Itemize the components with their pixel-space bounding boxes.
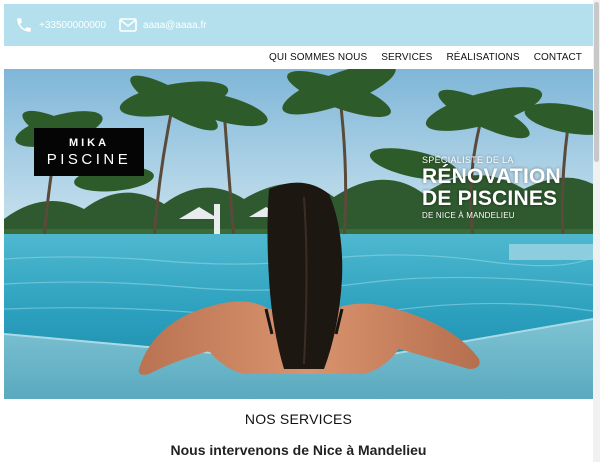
top-contact-bar: +33500000000 aaaa@aaaa.fr (4, 4, 593, 46)
main-navigation: QUI SOMMES NOUS SERVICES RÉALISATIONS CO… (4, 46, 593, 69)
hero-image (4, 69, 593, 399)
email-link[interactable]: aaaa@aaaa.fr (119, 18, 207, 32)
tagline-big-2: DE PISCINES (422, 187, 558, 210)
phone-icon (17, 18, 31, 32)
nav-item-qui-sommes-nous[interactable]: QUI SOMMES NOUS (269, 52, 367, 63)
logo-line-piscine: PISCINE (46, 151, 132, 168)
nav-item-contact[interactable]: CONTACT (534, 52, 582, 63)
services-subtitle: Nous intervenons de Nice à Mandelieu (170, 442, 427, 458)
tagline-big-1: RÉNOVATION (422, 165, 561, 188)
phone-link[interactable]: +33500000000 (15, 16, 106, 34)
services-title: NOS SERVICES (244, 411, 353, 427)
scrollbar-thumb[interactable] (594, 2, 599, 162)
nav-item-realisations[interactable]: RÉALISATIONS (446, 52, 519, 63)
tagline-sub: DE NICE À MANDELIEU (422, 211, 515, 220)
hero-tagline: SPÉCIALISTE DE LA RÉNOVATION DE PISCINES… (422, 155, 561, 220)
tagline-small: SPÉCIALISTE DE LA (422, 155, 514, 165)
envelope-icon (119, 18, 137, 32)
page: +33500000000 aaaa@aaaa.fr QUI SOMMES NOU… (4, 4, 593, 462)
hero-banner: MIKA PISCINE SPÉCIALISTE DE LA RÉNOVATIO… (4, 69, 593, 399)
email-address[interactable]: aaaa@aaaa.fr (143, 20, 207, 31)
logo-line-mika: MIKA (68, 137, 110, 149)
site-logo[interactable]: MIKA PISCINE (34, 128, 144, 176)
page-scrollbar[interactable] (593, 0, 600, 462)
phone-number[interactable]: +33500000000 (39, 20, 106, 31)
nav-item-services[interactable]: SERVICES (381, 52, 432, 63)
